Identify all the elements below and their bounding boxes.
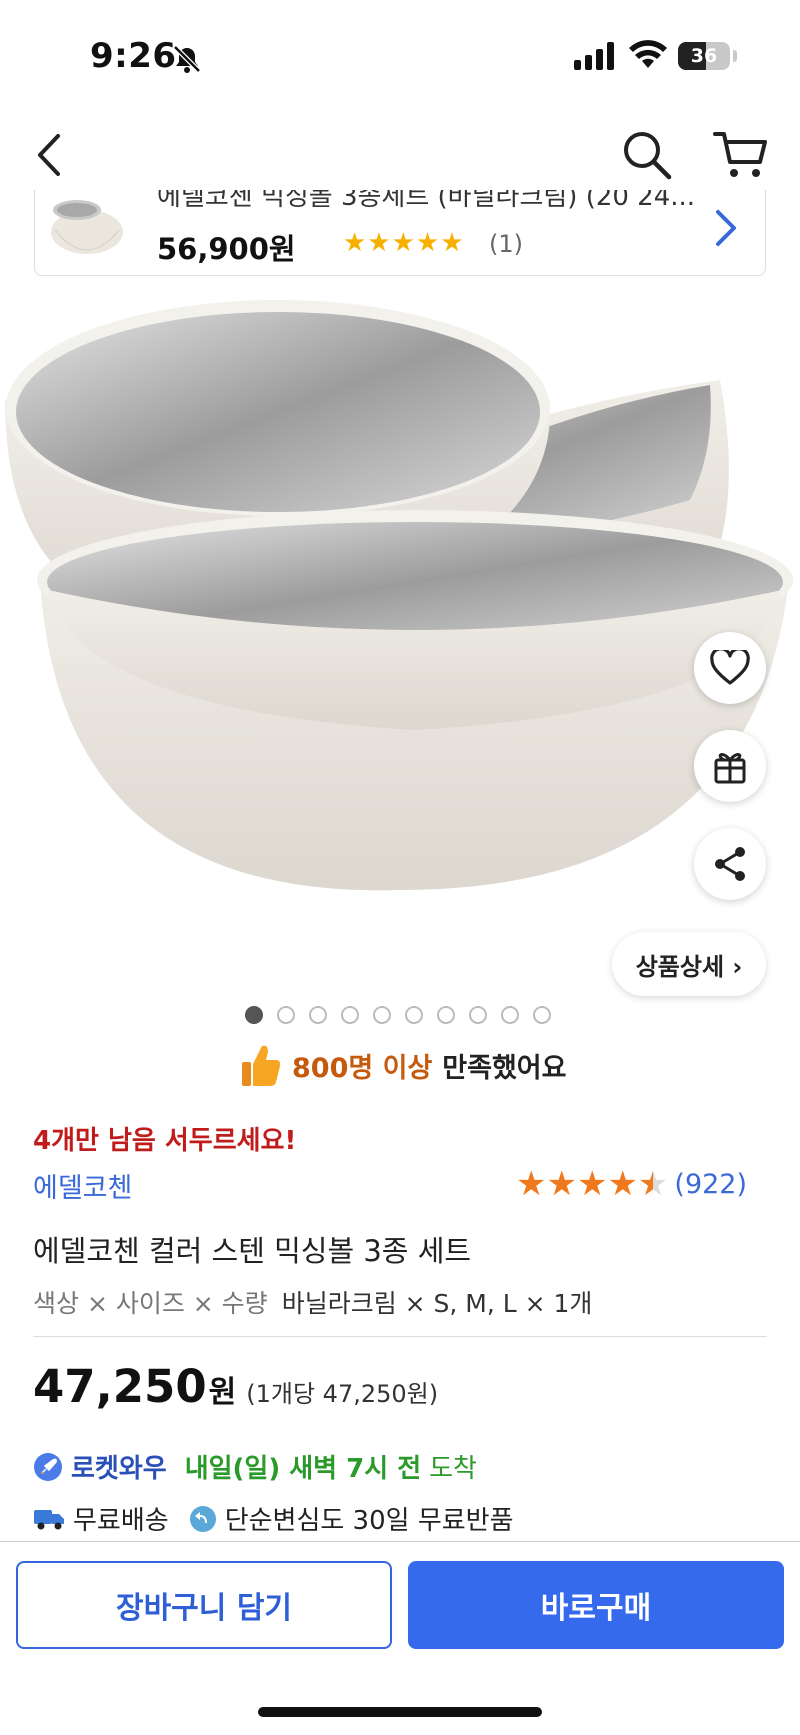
options-label: 색상 × 사이즈 × 수량 bbox=[33, 1289, 268, 1318]
bottom-divider bbox=[0, 1541, 800, 1542]
free-return-label: 단순변심도 30일 무료반품 bbox=[224, 1506, 514, 1536]
gallery-dot[interactable] bbox=[277, 1006, 295, 1024]
stock-urgency-text: 4개만 남음 서두르세요! bbox=[33, 1126, 297, 1156]
price-currency: 원 bbox=[208, 1375, 237, 1410]
divider bbox=[33, 1336, 767, 1337]
search-icon[interactable] bbox=[620, 128, 674, 182]
gallery-dot[interactable] bbox=[533, 1006, 551, 1024]
delivery-date: 내일(일) 새벽 7시 전 bbox=[184, 1454, 422, 1484]
delivery-eta: 로켓와우 내일(일) 새벽 7시 전 도착 bbox=[33, 1448, 477, 1485]
rocket-icon bbox=[34, 1452, 62, 1481]
gallery-dot[interactable] bbox=[437, 1006, 455, 1024]
brand-link[interactable]: 에델코첸 bbox=[33, 1166, 132, 1205]
satisfaction-banner: 800명 이상 만족했어요 bbox=[240, 1040, 566, 1090]
unit-price: (1개당 47,250원) bbox=[246, 1380, 439, 1408]
cart-icon[interactable] bbox=[712, 128, 772, 182]
buy-now-button[interactable]: 바로구매 bbox=[408, 1561, 784, 1649]
battery-icon: 36 bbox=[678, 42, 730, 70]
mini-product-card[interactable]: 에델코첸 믹싱볼 3종세트 (바닐라크림) (20 24... 56,900원 … bbox=[34, 190, 766, 276]
delivery-arrive: 도착 bbox=[429, 1454, 477, 1484]
product-options[interactable]: 색상 × 사이즈 × 수량 바닐라크림 × S, M, L × 1개 bbox=[33, 1284, 592, 1320]
gallery-dot[interactable] bbox=[309, 1006, 327, 1024]
mini-product-stars: ★★★★★ bbox=[343, 228, 465, 258]
gallery-dot[interactable] bbox=[501, 1006, 519, 1024]
mini-product-thumbnail bbox=[51, 200, 123, 254]
chevron-right-icon[interactable] bbox=[714, 208, 738, 248]
free-shipping-label: 무료배송 bbox=[73, 1506, 169, 1536]
mini-product-price: 56,900원 bbox=[157, 232, 296, 266]
mini-product-review-count: (1) bbox=[489, 230, 523, 258]
mini-product-title: 에델코첸 믹싱볼 3종세트 (바닐라크림) (20 24... bbox=[157, 190, 696, 212]
home-indicator[interactable] bbox=[258, 1707, 542, 1717]
gallery-dot[interactable] bbox=[405, 1006, 423, 1024]
rating-stars: ★★★★★ bbox=[516, 1164, 669, 1204]
gallery-dot[interactable] bbox=[469, 1006, 487, 1024]
product-image[interactable] bbox=[0, 290, 800, 1010]
signal-icon bbox=[574, 42, 614, 70]
satisfaction-text: 만족했어요 bbox=[442, 1052, 567, 1084]
share-icon bbox=[715, 847, 745, 881]
free-return: 단순변심도 30일 무료반품 bbox=[189, 1500, 514, 1537]
wifi-icon bbox=[629, 40, 667, 68]
thumbs-up-icon bbox=[242, 1045, 281, 1086]
wishlist-button[interactable] bbox=[694, 632, 766, 704]
gallery-dot[interactable] bbox=[373, 1006, 391, 1024]
free-shipping: 무료배송 bbox=[33, 1500, 169, 1537]
truck-icon bbox=[34, 1509, 64, 1529]
heart-icon bbox=[710, 650, 750, 685]
gift-icon bbox=[714, 753, 746, 784]
rocket-badge: 로켓와우 bbox=[71, 1454, 167, 1484]
rating-count: (922) bbox=[674, 1168, 748, 1200]
gallery-dot[interactable] bbox=[245, 1006, 263, 1024]
price-amount: 47,250 bbox=[33, 1360, 207, 1413]
add-to-cart-button[interactable]: 장바구니 담기 bbox=[16, 1561, 392, 1649]
status-bar: 9:26 36 bbox=[0, 0, 800, 110]
return-icon bbox=[189, 1505, 216, 1532]
half-star-icon: ★ bbox=[637, 1164, 669, 1204]
shipping-info: 무료배송 단순변심도 30일 무료반품 bbox=[33, 1500, 534, 1537]
gallery-dot[interactable] bbox=[341, 1006, 359, 1024]
product-name: 에델코첸 컬러 스텐 믹싱볼 3종 세트 bbox=[33, 1234, 472, 1268]
gift-button[interactable] bbox=[694, 730, 766, 802]
satisfaction-count: 800명 이상 bbox=[292, 1052, 433, 1084]
share-button[interactable] bbox=[694, 828, 766, 900]
back-icon[interactable] bbox=[30, 130, 70, 180]
product-detail-button[interactable]: 상품상세 › bbox=[612, 932, 766, 996]
status-time: 9:26 bbox=[90, 36, 177, 76]
product-rating[interactable]: ★★★★★ (922) bbox=[516, 1164, 747, 1204]
options-value: 바닐라크림 × S, M, L × 1개 bbox=[281, 1289, 593, 1318]
bell-muted-icon bbox=[173, 45, 201, 73]
product-price: 47,250 원 (1개당 47,250원) bbox=[33, 1360, 438, 1413]
battery-level: 36 bbox=[690, 45, 718, 67]
gallery-pagination bbox=[245, 1006, 551, 1024]
